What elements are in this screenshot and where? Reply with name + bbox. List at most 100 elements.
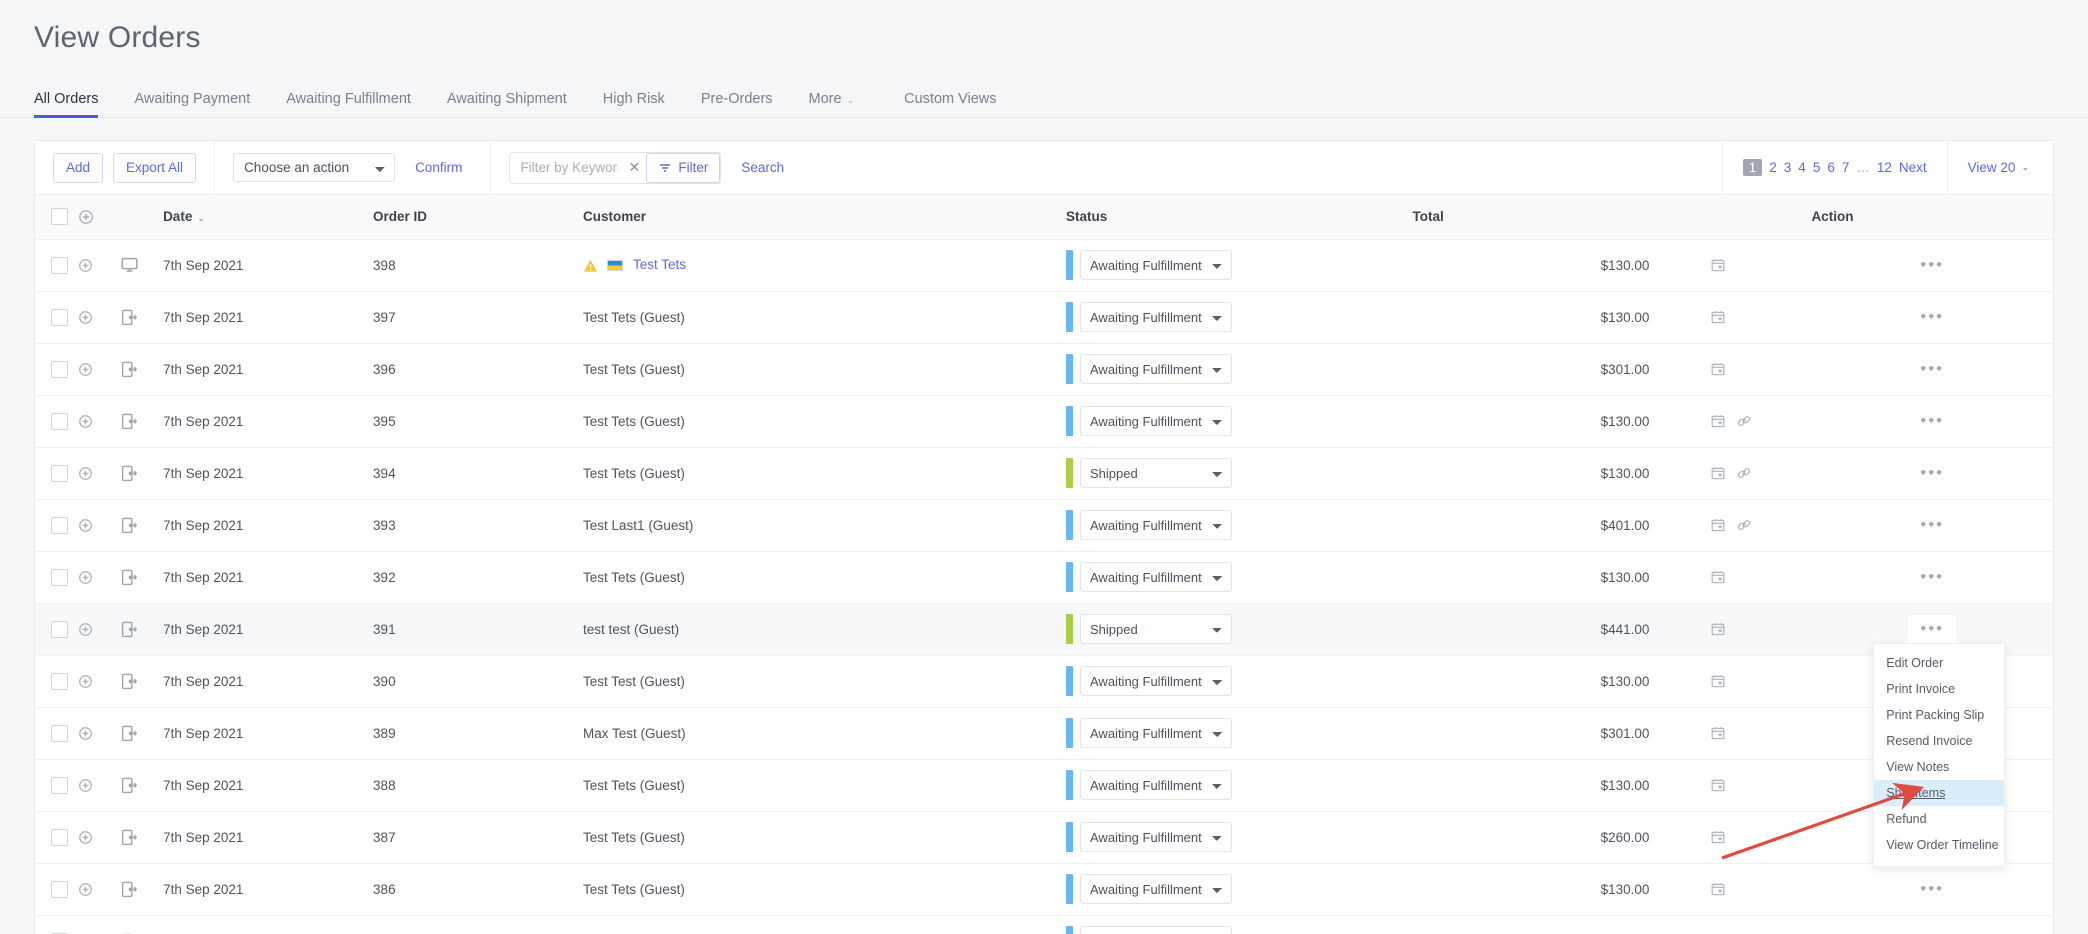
expand-row-icon[interactable] bbox=[79, 259, 92, 273]
table-row[interactable]: 7th Sep 2021 392 Test Tets (Guest) Awaiting… bbox=[35, 551, 2053, 604]
menu-item-view-order-timeline[interactable]: View Order Timeline bbox=[1874, 832, 2004, 858]
tab-high-risk[interactable]: High Risk bbox=[603, 91, 665, 117]
menu-item-print-packing-slip[interactable]: Print Packing Slip bbox=[1874, 702, 2004, 728]
row-customer-name[interactable]: Test Tets bbox=[633, 257, 686, 272]
expand-row-icon[interactable] bbox=[79, 311, 92, 325]
row-status-select[interactable]: Awaiting Fulfillment bbox=[1080, 562, 1232, 592]
expand-row-icon[interactable] bbox=[79, 779, 92, 793]
table-row[interactable]: 7th Sep 2021 396 Test Tets (Guest) Awaiting… bbox=[35, 343, 2053, 396]
row-status-select[interactable]: Awaiting Fulfillment bbox=[1080, 406, 1232, 436]
pagination-page-4[interactable]: 4 bbox=[1798, 160, 1806, 175]
row-status-select[interactable]: Awaiting Fulfillment bbox=[1080, 302, 1232, 332]
pagination-page-5[interactable]: 5 bbox=[1813, 160, 1821, 175]
table-row[interactable]: 7th Sep 2021 390 Test Test (Guest) Awaiting… bbox=[35, 655, 2053, 708]
expand-row-icon[interactable] bbox=[79, 623, 92, 637]
pagination-page-3[interactable]: 3 bbox=[1784, 160, 1792, 175]
table-row[interactable]: 7th Sep 2021 397 Test Tets (Guest) Awaiting… bbox=[35, 291, 2053, 344]
table-row[interactable]: 7th Sep 2021 389 Max Test (Guest) Awaiting … bbox=[35, 707, 2053, 760]
row-status-select[interactable]: Awaiting Fulfillment bbox=[1080, 354, 1232, 384]
row-action-button[interactable]: ••• bbox=[1910, 306, 1954, 328]
menu-item-refund[interactable]: Refund bbox=[1874, 806, 2004, 832]
menu-item-resend-invoice[interactable]: Resend Invoice bbox=[1874, 728, 2004, 754]
row-checkbox[interactable] bbox=[51, 620, 68, 638]
confirm-button[interactable]: Confirm bbox=[405, 154, 472, 181]
table-row[interactable]: 6th Sep 2021385Test Tets (Guest) Awaiting… bbox=[35, 915, 2053, 934]
pagination-next[interactable]: Next bbox=[1899, 160, 1927, 175]
table-row[interactable]: 7th Sep 2021 391 test test (Guest) Shipped $… bbox=[35, 603, 2053, 867]
expand-row-icon[interactable] bbox=[79, 883, 92, 897]
calendar-icon[interactable] bbox=[1711, 414, 1725, 428]
row-action-button[interactable]: ••• bbox=[1910, 254, 1954, 276]
pagination-page-12[interactable]: 12 bbox=[1877, 160, 1892, 175]
tab-pre-orders[interactable]: Pre-Orders bbox=[701, 91, 773, 117]
search-input[interactable] bbox=[510, 152, 623, 183]
tab-more[interactable]: More ⌄ bbox=[809, 91, 855, 117]
pagination-page-7[interactable]: 7 bbox=[1842, 160, 1850, 175]
row-checkbox[interactable] bbox=[51, 880, 68, 898]
expand-row-icon[interactable] bbox=[79, 727, 92, 741]
expand-row-icon[interactable] bbox=[79, 363, 92, 377]
tab-awaiting-shipment[interactable]: Awaiting Shipment bbox=[447, 91, 567, 117]
table-row[interactable]: 7th Sep 2021 394 Test Tets (Guest) Shipped $… bbox=[35, 447, 2053, 500]
row-status-select[interactable]: Awaiting Fulfillment bbox=[1080, 926, 1232, 934]
row-checkbox[interactable] bbox=[51, 828, 68, 846]
row-action-button[interactable]: ••• bbox=[1910, 878, 1954, 900]
view-count-selector[interactable]: View 20 ⌄ bbox=[1946, 141, 2053, 194]
plus-circle-icon[interactable] bbox=[79, 210, 93, 225]
row-checkbox[interactable] bbox=[51, 724, 68, 742]
link-icon[interactable] bbox=[1737, 414, 1751, 428]
menu-item-edit-order[interactable]: Edit Order bbox=[1874, 650, 2004, 676]
row-status-select[interactable]: Awaiting Fulfillment bbox=[1080, 770, 1232, 800]
row-action-button[interactable]: ••• bbox=[1910, 930, 1954, 934]
row-action-button[interactable]: ••• bbox=[1910, 462, 1954, 484]
expand-row-icon[interactable] bbox=[79, 571, 92, 585]
expand-row-icon[interactable] bbox=[79, 675, 92, 689]
tab-awaiting-fulfillment[interactable]: Awaiting Fulfillment bbox=[286, 91, 411, 117]
row-status-select[interactable]: Awaiting Fulfillment bbox=[1080, 822, 1232, 852]
expand-row-icon[interactable] bbox=[79, 415, 92, 429]
row-status-select[interactable]: Awaiting Fulfillment bbox=[1080, 250, 1232, 280]
link-icon[interactable] bbox=[1737, 518, 1751, 532]
row-checkbox[interactable] bbox=[51, 412, 68, 430]
link-icon[interactable] bbox=[1737, 466, 1751, 480]
row-status-select[interactable]: Awaiting Fulfillment bbox=[1080, 718, 1232, 748]
expand-row-icon[interactable] bbox=[79, 519, 92, 533]
expand-row-icon[interactable] bbox=[79, 831, 92, 845]
row-action-button[interactable]: ••• bbox=[1910, 566, 1954, 588]
calendar-icon[interactable] bbox=[1711, 882, 1725, 896]
row-action-button[interactable]: ••• bbox=[1910, 514, 1954, 536]
tab-all-orders[interactable]: All Orders bbox=[34, 91, 99, 118]
row-status-select[interactable]: Shipped bbox=[1080, 614, 1232, 644]
table-row[interactable]: 7th Sep 2021 386 Test Tets (Guest) Awaiting… bbox=[35, 863, 2053, 916]
tab-custom-views[interactable]: Custom Views bbox=[904, 91, 996, 117]
row-status-select[interactable]: Awaiting Fulfillment bbox=[1080, 666, 1232, 696]
choose-action-select[interactable]: Choose an action bbox=[233, 153, 396, 182]
calendar-icon[interactable] bbox=[1711, 518, 1725, 532]
export-all-button[interactable]: Export All bbox=[113, 152, 197, 183]
calendar-icon[interactable] bbox=[1711, 622, 1725, 636]
calendar-icon[interactable] bbox=[1711, 726, 1725, 740]
filter-button[interactable]: Filter bbox=[646, 152, 721, 183]
calendar-icon[interactable] bbox=[1711, 570, 1725, 584]
calendar-icon[interactable] bbox=[1711, 778, 1725, 792]
row-status-select[interactable]: Awaiting Fulfillment bbox=[1080, 874, 1232, 904]
table-row[interactable]: 7th Sep 2021 393 Test Last1 (Guest) Awaitin… bbox=[35, 499, 2053, 552]
menu-item-view-notes[interactable]: View Notes bbox=[1874, 754, 2004, 780]
calendar-icon[interactable] bbox=[1711, 830, 1725, 844]
pagination-page-6[interactable]: 6 bbox=[1827, 160, 1835, 175]
row-action-button[interactable]: ••• bbox=[1907, 615, 1958, 643]
menu-item-ship-items[interactable]: Ship Items bbox=[1874, 780, 2005, 806]
add-button[interactable]: Add bbox=[53, 152, 104, 183]
date-header[interactable]: Date ⌄ bbox=[163, 195, 374, 240]
row-checkbox[interactable] bbox=[51, 776, 68, 794]
calendar-icon[interactable] bbox=[1711, 310, 1725, 324]
row-checkbox[interactable] bbox=[51, 256, 68, 274]
search-button[interactable]: Search bbox=[731, 154, 794, 181]
pagination-page-2[interactable]: 2 bbox=[1769, 160, 1777, 175]
calendar-icon[interactable] bbox=[1711, 362, 1725, 376]
clear-keyword-icon[interactable]: ✕ bbox=[622, 152, 647, 183]
expand-row-icon[interactable] bbox=[79, 467, 92, 481]
row-checkbox[interactable] bbox=[51, 568, 68, 586]
row-status-select[interactable]: Awaiting Fulfillment bbox=[1080, 510, 1232, 540]
tab-awaiting-payment[interactable]: Awaiting Payment bbox=[134, 91, 250, 117]
